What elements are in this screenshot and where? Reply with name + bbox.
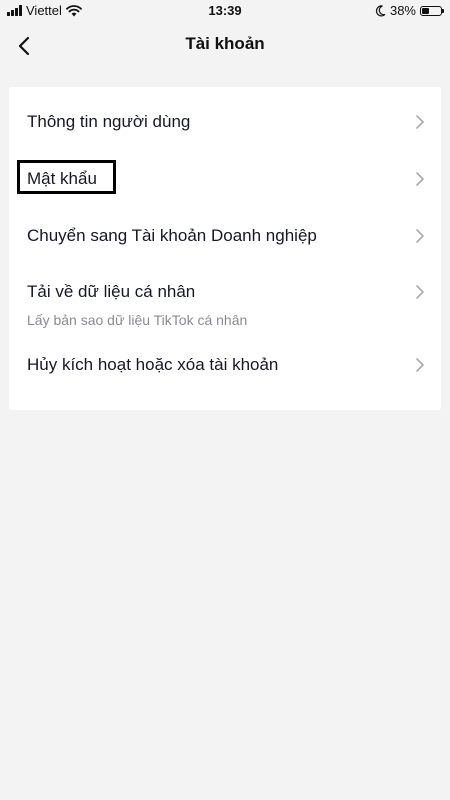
chevron-right-icon	[416, 358, 424, 372]
status-bar: Viettel 13:39 38%	[0, 0, 450, 22]
highlight-box	[17, 160, 116, 194]
account-menu-card: Thông tin người dùng Mật khẩu Chuyển san…	[9, 87, 441, 410]
menu-item-label: Tải về dữ liệu cá nhân	[27, 282, 196, 301]
navigation-bar: Tài khoản	[0, 22, 450, 70]
chevron-right-icon	[416, 285, 424, 299]
menu-item-switch-business[interactable]: Chuyển sang Tài khoản Doanh nghiệp	[9, 205, 441, 261]
menu-item-subtitle: Lấy bản sao dữ liệu TikTok cá nhân	[27, 312, 248, 328]
menu-item-label: Chuyển sang Tài khoản Doanh nghiệp	[27, 226, 317, 245]
chevron-right-icon	[416, 229, 424, 243]
menu-item-download-data[interactable]: Tải về dữ liệu cá nhân Lấy bản sao dữ li…	[9, 261, 441, 346]
menu-item-label: Thông tin người dùng	[27, 112, 191, 131]
menu-item-deactivate-delete[interactable]: Hủy kích hoạt hoặc xóa tài khoản	[9, 346, 441, 410]
moon-icon	[375, 4, 386, 16]
page-title: Tài khoản	[185, 34, 265, 53]
menu-item-user-info[interactable]: Thông tin người dùng	[9, 87, 441, 149]
battery-icon	[420, 5, 444, 16]
chevron-right-icon	[416, 172, 424, 186]
menu-item-label: Hủy kích hoạt hoặc xóa tài khoản	[27, 355, 279, 374]
status-bar-right: 38%	[375, 3, 444, 18]
battery-percent: 38%	[389, 3, 416, 18]
chevron-right-icon	[416, 115, 424, 129]
